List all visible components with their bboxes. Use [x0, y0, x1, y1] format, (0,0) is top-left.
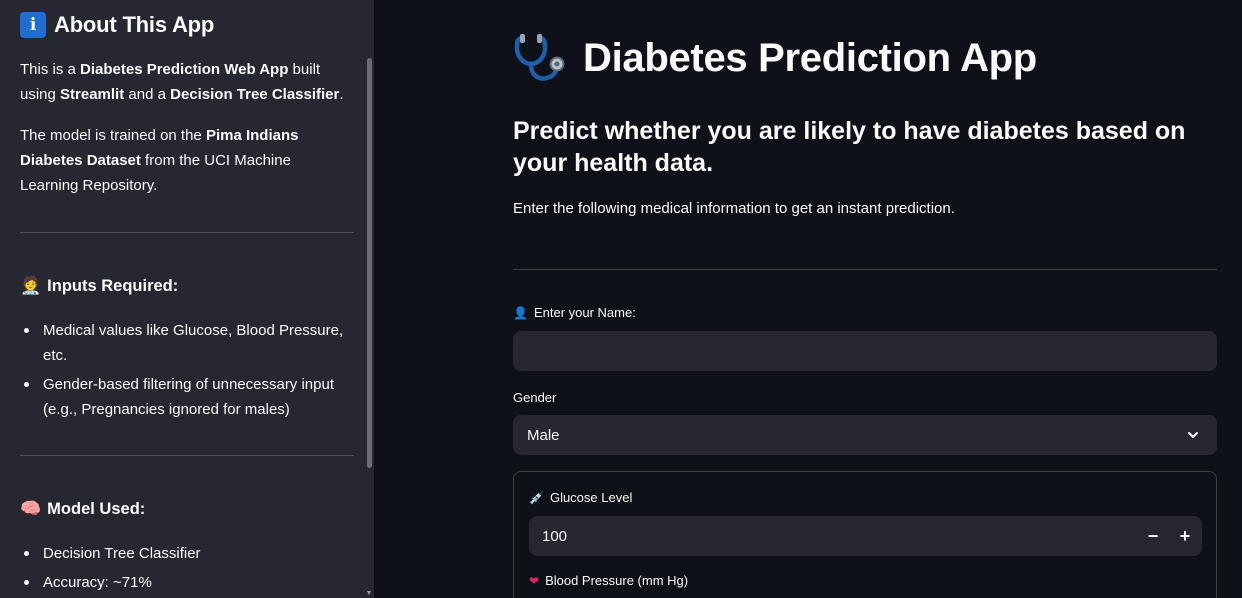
sidebar-title-text: About This App: [54, 12, 215, 37]
info-icon: i: [20, 12, 46, 38]
intro-bold-classifier: Decision Tree Classifier: [170, 86, 340, 103]
intro-text-4: .: [339, 86, 344, 103]
sidebar-divider: [20, 455, 354, 456]
chevron-down-icon: [1188, 432, 1198, 438]
gender-selected-value: Male: [527, 426, 560, 444]
stethoscope-icon: [514, 34, 565, 81]
model-list: Decision Tree Classifier Accuracy: ~71%: [20, 541, 354, 598]
syringe-icon: 💉: [529, 490, 544, 505]
scroll-down-arrow-icon[interactable]: ▼: [365, 590, 373, 597]
sidebar-divider: [20, 232, 354, 233]
gender-select[interactable]: Male: [513, 415, 1217, 455]
doctor-emoji-icon: 🧑‍⚕️: [20, 276, 42, 295]
main-divider: [513, 269, 1217, 270]
glucose-increment-button[interactable]: +: [1169, 516, 1201, 556]
inputs-list: Medical values like Glucose, Blood Press…: [20, 318, 354, 426]
model-heading: 🧠 Model Used:: [20, 499, 145, 519]
list-item: Accuracy: ~71%: [20, 570, 354, 595]
bp-label-text: Blood Pressure (mm Hg): [545, 573, 689, 588]
name-label-text: Enter your Name:: [533, 305, 636, 320]
list-item: Decision Tree Classifier: [20, 541, 354, 566]
inputs-heading: 🧑‍⚕️ Inputs Required:: [20, 276, 178, 296]
list-item: Gender-based filtering of unnecessary in…: [20, 372, 354, 422]
glucose-label: 💉 Glucose Level: [529, 490, 632, 505]
intro-text-3: and a: [124, 86, 171, 103]
page-title: Diabetes Prediction App: [513, 32, 1037, 84]
intro-bold-streamlit: Streamlit: [60, 86, 125, 103]
intro-bold-app: Diabetes Prediction Web App: [80, 61, 289, 78]
model-heading-text: Model Used:: [47, 499, 146, 518]
sidebar-scrollbar-thumb[interactable]: [367, 58, 372, 468]
sidebar-intro-text: This is a Diabetes Prediction Web App bu…: [20, 57, 354, 107]
name-input[interactable]: [513, 331, 1217, 371]
glucose-value: 100: [542, 527, 568, 545]
glucose-decrement-button[interactable]: −: [1137, 516, 1169, 556]
medical-form: 💉 Glucose Level 100 − + ❤ Blood Pressure…: [513, 471, 1217, 598]
main-content: Diabetes Prediction App Predict whether …: [374, 0, 1242, 598]
heart-icon: ❤: [529, 573, 540, 588]
glucose-label-text: Glucose Level: [549, 490, 633, 505]
gender-label-text: Gender: [513, 390, 557, 405]
page-title-text: Diabetes Prediction App: [583, 35, 1037, 80]
inputs-heading-text: Inputs Required:: [47, 276, 179, 295]
sidebar-dataset-text: The model is trained on the Pima Indians…: [20, 123, 350, 198]
page-subtitle: Predict whether you are likely to have d…: [513, 117, 1186, 177]
dataset-text-1: The model is trained on the: [20, 127, 206, 144]
sidebar-title: i About This App: [20, 12, 214, 38]
bp-label: ❤ Blood Pressure (mm Hg): [529, 573, 688, 588]
list-item: Medical values like Glucose, Blood Press…: [20, 318, 354, 368]
bust-silhouette-icon: 👤: [513, 305, 528, 320]
page-description: Enter the following medical information …: [513, 200, 955, 217]
sidebar: i About This App This is a Diabetes Pred…: [0, 0, 374, 598]
intro-text-1: This is a: [20, 61, 81, 78]
brain-emoji-icon: 🧠: [20, 499, 42, 518]
gender-label: Gender: [513, 390, 556, 405]
name-label: 👤 Enter your Name:: [513, 305, 636, 320]
glucose-input[interactable]: 100 − +: [529, 516, 1202, 556]
